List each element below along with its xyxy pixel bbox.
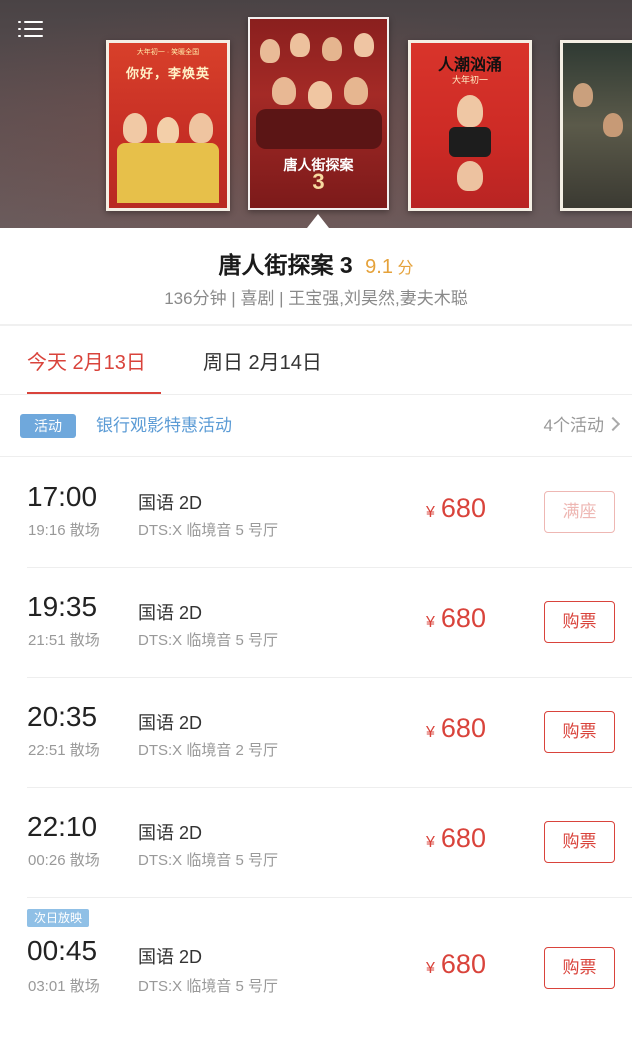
promo-count: 4个活动	[543, 416, 604, 435]
language-format: 国语 2D	[138, 713, 203, 733]
movie-title: 唐人街探案 3	[218, 252, 353, 278]
currency-symbol: ¥	[426, 614, 435, 631]
buy-ticket-button[interactable]: 购票	[544, 601, 615, 643]
price-amount: 680	[440, 949, 486, 979]
buy-ticket-button[interactable]: 购票	[544, 947, 615, 989]
price: ¥680	[426, 949, 486, 980]
start-time: 20:35	[27, 701, 98, 732]
divider	[0, 324, 632, 326]
price-amount: 680	[440, 603, 486, 633]
hall-name: DTS:X 临境音 2 号厅	[138, 742, 279, 759]
start-time: 19:35	[27, 591, 98, 622]
language-format: 国语 2D	[138, 603, 203, 623]
price-amount: 680	[440, 823, 486, 853]
poster-hi-mom[interactable]: 大年初一 · 笑暖全国 你好，李焕英	[106, 40, 230, 211]
movie-info: 唐人街探案 3 9.1 分 136分钟 | 喜剧 | 王宝强,刘昊然,妻夫木聪	[0, 228, 632, 326]
price: ¥680	[426, 713, 486, 744]
tab-sunday[interactable]: 周日 2月14日	[203, 346, 322, 375]
buy-ticket-button[interactable]: 购票	[544, 821, 615, 863]
price: ¥680	[426, 493, 486, 524]
movie-meta: 136分钟 | 喜剧 | 王宝强,刘昊然,妻夫木聪	[164, 289, 468, 308]
language-format: 国语 2D	[138, 947, 203, 967]
end-time: 22:51 散场	[28, 742, 100, 759]
language-format: 国语 2D	[138, 823, 203, 843]
language-format: 国语 2D	[138, 493, 203, 513]
poster-title: 人潮汹涌	[437, 55, 502, 74]
price: ¥680	[426, 823, 486, 854]
showtime-row[interactable]: 次日放映 00:45 03:01 散场 国语 2D DTS:X 临境音 5 号厅…	[0, 897, 632, 1038]
currency-symbol: ¥	[426, 504, 435, 521]
start-time: 00:45	[27, 935, 98, 966]
poster-detective-chinatown-3[interactable]: 唐人街探案 3	[248, 17, 389, 210]
selected-poster-pointer	[307, 214, 329, 228]
poster-title: 你好，李焕英	[125, 66, 210, 81]
end-time: 00:26 散场	[28, 852, 100, 869]
menu-list-icon[interactable]	[18, 18, 44, 40]
end-time: 21:51 散场	[28, 632, 100, 649]
price-amount: 680	[440, 493, 486, 523]
promo-text: 银行观影特惠活动	[96, 416, 232, 435]
price: ¥680	[426, 603, 486, 634]
poster-subtitle: 大年初一	[451, 75, 488, 85]
end-time: 03:01 散场	[28, 978, 100, 995]
poster-carousel[interactable]: 大年初一 · 笑暖全国 你好，李焕英 唐人街探案 3 人潮汹涌 大年初一	[0, 0, 632, 228]
showtime-row[interactable]: 22:10 00:26 散场 国语 2D DTS:X 临境音 5 号厅 ¥680…	[0, 787, 632, 897]
hall-name: DTS:X 临境音 5 号厅	[138, 632, 279, 649]
showtime-row[interactable]: 17:00 19:16 散场 国语 2D DTS:X 临境音 5 号厅 ¥680…	[0, 457, 632, 567]
movie-score: 9.1	[365, 256, 393, 278]
poster-subtitle: 大年初一 · 笑暖全国	[136, 49, 200, 56]
price-amount: 680	[440, 713, 486, 743]
promo-activity-row[interactable]: 活动 银行观影特惠活动 4个活动	[0, 396, 632, 456]
divider	[0, 394, 632, 395]
movie-score-unit: 分	[397, 260, 414, 277]
hall-name: DTS:X 临境音 5 号厅	[138, 978, 279, 995]
sold-out-button[interactable]: 满座	[544, 491, 615, 533]
showtime-row[interactable]: 19:35 21:51 散场 国语 2D DTS:X 临境音 5 号厅 ¥680…	[0, 567, 632, 677]
start-time: 17:00	[27, 481, 98, 512]
tab-today[interactable]: 今天 2月13日	[27, 346, 146, 375]
start-time: 22:10	[27, 811, 98, 842]
poster-fourth[interactable]	[560, 40, 632, 211]
chevron-right-icon	[605, 416, 621, 432]
poster-endgame[interactable]: 人潮汹涌 大年初一	[408, 40, 532, 211]
buy-ticket-button[interactable]: 购票	[544, 711, 615, 753]
poster-number: 3	[312, 169, 325, 194]
currency-symbol: ¥	[426, 724, 435, 741]
currency-symbol: ¥	[426, 960, 435, 977]
hall-name: DTS:X 临境音 5 号厅	[138, 852, 279, 869]
currency-symbol: ¥	[426, 834, 435, 851]
next-day-badge: 次日放映	[27, 909, 89, 927]
showtime-row[interactable]: 20:35 22:51 散场 国语 2D DTS:X 临境音 2 号厅 ¥680…	[0, 677, 632, 787]
hall-name: DTS:X 临境音 5 号厅	[138, 522, 279, 539]
end-time: 19:16 散场	[28, 522, 100, 539]
activity-badge: 活动	[20, 414, 76, 438]
